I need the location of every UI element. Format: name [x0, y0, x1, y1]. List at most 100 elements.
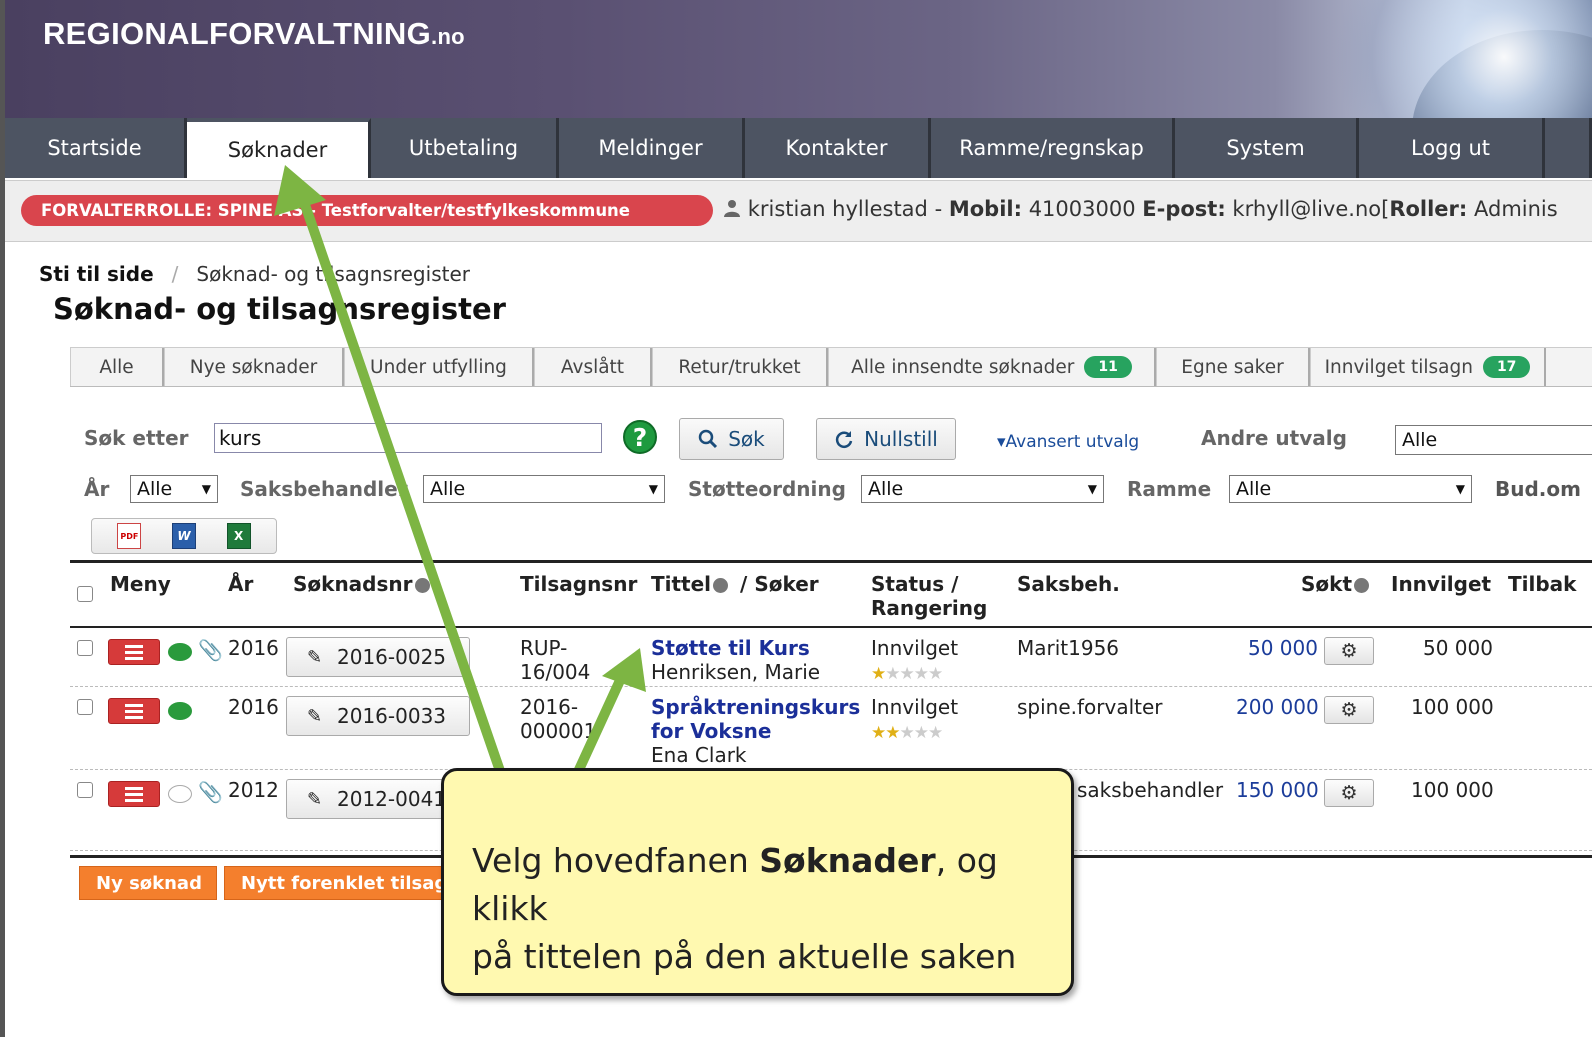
- user-sep: -: [934, 197, 943, 221]
- col-granted[interactable]: Innvilget: [1391, 572, 1491, 596]
- search-input[interactable]: [214, 423, 602, 453]
- row-applied[interactable]: 150 000: [1236, 778, 1319, 802]
- callout-text-pre: Velg hovedfanen: [472, 841, 760, 880]
- gear-icon[interactable]: ⚙: [1324, 696, 1374, 724]
- site-logo[interactable]: REGIONALFORVALTNING.no: [43, 16, 465, 52]
- subtab-under-utfylling[interactable]: Under utfylling: [344, 348, 534, 386]
- role-badge[interactable]: FORVALTERROLLE: SPINE AS - Testforvalter…: [21, 195, 713, 226]
- paperclip-icon[interactable]: 📎: [198, 780, 223, 804]
- export-toolbar: PDF W X: [91, 518, 277, 554]
- col-handler[interactable]: Saksbeh.: [1017, 572, 1120, 596]
- row-menu-button[interactable]: [108, 639, 160, 665]
- word-export-icon[interactable]: W: [171, 523, 196, 549]
- row-checkbox[interactable]: [77, 640, 93, 656]
- gear-icon[interactable]: ⚙: [1324, 637, 1374, 665]
- table-top-border: [70, 560, 1592, 563]
- scheme-select[interactable]: Alle ▼: [861, 475, 1104, 503]
- row-handler: spine.forvalter: [1017, 695, 1163, 719]
- nav-tab-utbetaling[interactable]: Utbetaling: [371, 118, 559, 178]
- edit-application-button[interactable]: ✎ 2016-0033: [286, 696, 470, 736]
- subtab-retur-trukket[interactable]: Retur/trukket: [652, 348, 828, 386]
- year-select[interactable]: Alle ▼: [130, 475, 218, 503]
- breadcrumb: Sti til side / Søknad- og tilsagnsregister: [39, 262, 470, 286]
- nav-tab-logg-ut[interactable]: Logg ut: [1359, 118, 1545, 178]
- grant-line1: RUP-: [520, 636, 568, 660]
- mobile-value: 41003000: [1028, 197, 1136, 221]
- application-title-link[interactable]: Språktreningskurs: [651, 695, 860, 719]
- header-light-graphic: [1312, 0, 1592, 118]
- other-filter-label: Andre utvalg: [1201, 426, 1347, 450]
- row-year: 2016: [228, 636, 279, 660]
- new-application-button[interactable]: Ny søknad: [79, 866, 217, 900]
- user-name: kristian hyllestad: [747, 197, 928, 221]
- col-grantno[interactable]: Tilsagnsnr: [520, 572, 637, 596]
- page-title: Søknad- og tilsagnsregister: [53, 292, 506, 326]
- ranking-stars[interactable]: ★★★★★: [871, 723, 943, 743]
- handler-select[interactable]: Alle ▼: [423, 475, 665, 503]
- other-filter-select[interactable]: Alle: [1395, 425, 1592, 455]
- callout-text-line2: på tittelen på den aktuelle saken: [472, 937, 1017, 976]
- nav-tab-soknader[interactable]: Søknader: [187, 118, 371, 178]
- col-applied[interactable]: Søkt: [1301, 572, 1370, 596]
- nav-tab-ramme-regnskap[interactable]: Ramme/regnskap: [931, 118, 1175, 178]
- subtab-nye-soknader[interactable]: Nye søknader: [164, 348, 344, 386]
- col-repaid[interactable]: Tilbak: [1508, 572, 1576, 596]
- frame-label: Ramme: [1127, 477, 1212, 501]
- nav-tab-system[interactable]: System: [1175, 118, 1359, 178]
- subtab-egne-saker[interactable]: Egne saker: [1156, 348, 1310, 386]
- scheme-label: Støtteordning: [688, 477, 846, 501]
- nav-tab-meldinger[interactable]: Meldinger: [559, 118, 745, 178]
- refresh-icon: [836, 431, 853, 448]
- subtab-alle[interactable]: Alle: [70, 348, 164, 386]
- row-handler: Marit1956: [1017, 636, 1120, 660]
- email-label: E-post:: [1142, 197, 1226, 221]
- col-year[interactable]: År: [228, 572, 253, 596]
- comment-icon[interactable]: [168, 643, 192, 661]
- gear-icon[interactable]: ⚙: [1324, 779, 1374, 807]
- roles-value: Adminis: [1474, 197, 1558, 221]
- email-value: krhyll@live.no: [1232, 197, 1382, 221]
- application-title-link-line2[interactable]: for Voksne: [651, 719, 771, 743]
- comment-icon[interactable]: [168, 702, 192, 720]
- help-icon[interactable]: ?: [623, 420, 657, 454]
- select-all-checkbox[interactable]: [77, 586, 93, 602]
- edit-application-button[interactable]: ✎ 2016-0025: [286, 637, 470, 677]
- row-year: 2016: [228, 695, 279, 719]
- subtab-label: Alle innsendte søknader: [851, 356, 1075, 378]
- new-simple-grant-button[interactable]: Nytt forenklet tilsagn: [224, 866, 454, 900]
- row-applied[interactable]: 50 000: [1248, 636, 1318, 660]
- row-applied[interactable]: 200 000: [1236, 695, 1319, 719]
- paperclip-icon[interactable]: 📎: [198, 638, 223, 662]
- col-ranking-label: Rangering: [871, 596, 988, 620]
- excel-export-icon[interactable]: X: [226, 523, 251, 549]
- reset-button[interactable]: Nullstill: [816, 418, 956, 460]
- row-granted: 100 000: [1411, 695, 1494, 719]
- row-applicant: Henriksen, Marie: [651, 660, 821, 684]
- breadcrumb-current[interactable]: Søknad- og tilsagnsregister: [196, 262, 470, 286]
- frame-value: Alle: [1236, 478, 1272, 500]
- comment-icon[interactable]: [168, 785, 192, 803]
- col-appno[interactable]: Søknadsnr: [293, 572, 430, 596]
- subtab-avslatt[interactable]: Avslått: [534, 348, 652, 386]
- subtab-alle-innsendte[interactable]: Alle innsendte søknader 11: [828, 348, 1156, 386]
- row-checkbox[interactable]: [77, 699, 93, 715]
- subtab-label: Avslått: [560, 356, 625, 378]
- application-title-link[interactable]: Støtte til Kurs: [651, 636, 810, 660]
- col-status[interactable]: Status / Rangering: [871, 572, 987, 620]
- nav-tab-startside[interactable]: Startside: [5, 118, 187, 178]
- pdf-export-icon[interactable]: PDF: [117, 523, 142, 549]
- row-checkbox[interactable]: [77, 782, 93, 798]
- mobile-label: Mobil:: [948, 197, 1022, 221]
- advanced-filter-link[interactable]: ▾Avansert utvalg: [997, 432, 1139, 452]
- ranking-stars[interactable]: ★★★★★: [871, 664, 943, 684]
- subtab-innvilget-tilsagn[interactable]: Innvilget tilsagn 17: [1310, 348, 1546, 386]
- search-label: Søk etter: [84, 426, 189, 450]
- search-button[interactable]: Søk: [679, 418, 784, 460]
- col-title[interactable]: Tittel / Søker: [651, 572, 819, 596]
- info-icon: [414, 578, 430, 593]
- handler-label: Saksbehandler: [240, 477, 408, 501]
- frame-select[interactable]: Alle ▼: [1229, 475, 1472, 503]
- nav-tab-kontakter[interactable]: Kontakter: [745, 118, 931, 178]
- row-menu-button[interactable]: [108, 781, 160, 807]
- row-menu-button[interactable]: [108, 698, 160, 724]
